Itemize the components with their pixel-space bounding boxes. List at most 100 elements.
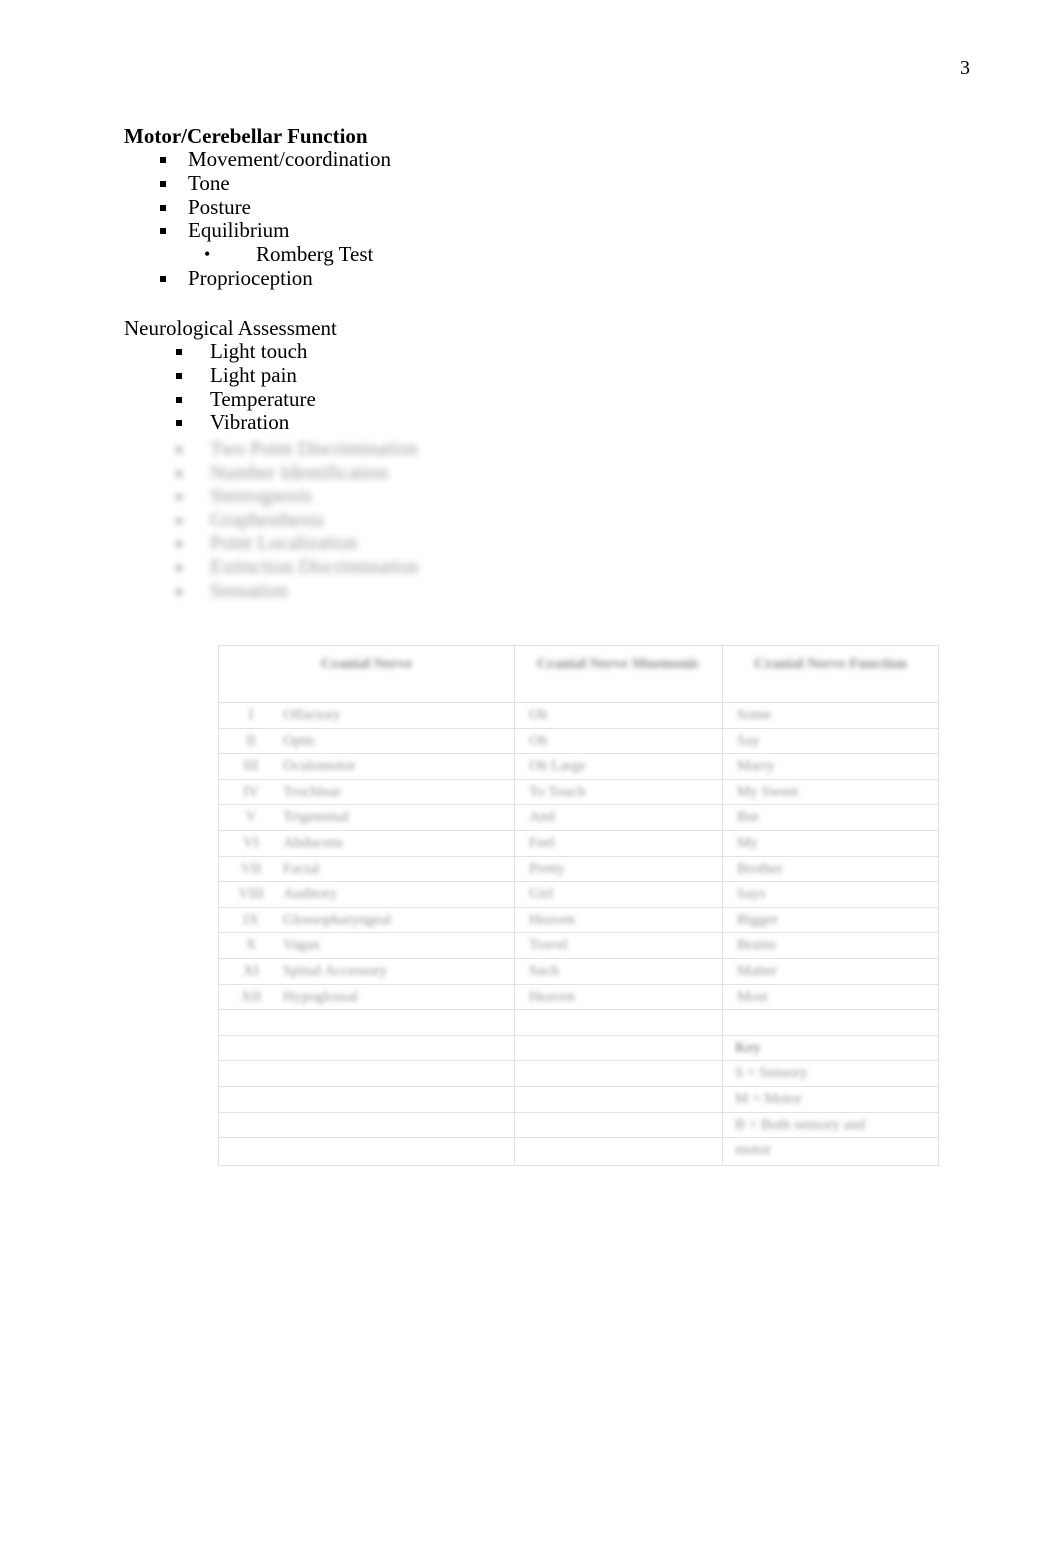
cell-nerve-label: Trigeminal xyxy=(283,809,350,826)
obscured-list-item: Extinction Discrimination xyxy=(124,556,418,580)
table-row: V Trigeminal And But xyxy=(218,804,939,831)
cell-function: Marry xyxy=(722,753,939,780)
cell-empty xyxy=(218,1111,515,1139)
cell-empty xyxy=(514,1111,723,1139)
table-row: II Optic Oh Say xyxy=(218,727,939,755)
cell-mnemonic: Oh xyxy=(514,727,723,755)
obscured-list-item: Number Identification xyxy=(124,462,418,486)
cell-empty xyxy=(218,1060,515,1087)
table-row-empty xyxy=(218,1009,939,1036)
cell-function: Brother xyxy=(722,855,939,883)
cell-function-label: Brother xyxy=(737,860,783,877)
cell-numeral: V xyxy=(245,809,257,826)
cell-nerve: IV Trochlear xyxy=(218,778,515,806)
motor-cerebellar-list: Movement/coordination Tone Posture Equil… xyxy=(124,147,391,291)
cell-mnemonic: Travel xyxy=(514,932,723,959)
cell-function-label: Says xyxy=(737,886,766,903)
table-row-empty: M = Motor xyxy=(218,1085,939,1113)
table-row: I Olfactory Oh Some xyxy=(218,702,939,729)
cell-empty xyxy=(218,1009,515,1036)
cell-function: Matter xyxy=(722,957,939,985)
list-item: Movement/coordination xyxy=(124,147,391,172)
legend-title: Key xyxy=(735,1039,761,1056)
cell-nerve: IX Glossopharyngeal xyxy=(218,906,515,934)
cell-nerve-label: Vagus xyxy=(283,937,320,954)
cell-mnemonic-label: Feel xyxy=(529,834,555,851)
cell-numeral: X xyxy=(245,937,257,954)
cell-mnemonic: Feel xyxy=(514,829,723,857)
table-header: Cranial Nerve Cranial Nerve Mnemonic Cra… xyxy=(218,645,939,703)
obscured-list: Two Point Discrimination Number Identifi… xyxy=(124,438,418,603)
cell-nerve: X Vagus xyxy=(218,932,515,959)
cell-function-label: Marry xyxy=(737,758,775,775)
column-header-nerve-label: Cranial Nerve xyxy=(320,656,413,672)
cell-nerve: XII Hypoglossal xyxy=(218,983,515,1011)
cell-function: Most xyxy=(722,983,939,1011)
cell-function: My Sweet xyxy=(722,778,939,806)
cell-function: Some xyxy=(722,702,939,729)
list-item: Tone xyxy=(124,171,391,196)
column-header-mnemonic: Cranial Nerve Mnemonic xyxy=(514,645,723,703)
cell-nerve: I Olfactory xyxy=(218,702,515,729)
column-header-mnemonic-label: Cranial Nerve Mnemonic xyxy=(536,656,701,672)
cell-empty xyxy=(514,1034,723,1062)
cell-nerve: II Optic xyxy=(218,727,515,755)
obscured-list-item: Two Point Discrimination xyxy=(124,438,418,462)
cell-mnemonic-label: Oh xyxy=(529,707,548,723)
cell-empty xyxy=(218,1085,515,1113)
cell-empty xyxy=(514,1060,723,1087)
cell-nerve: III Oculomotor xyxy=(218,753,515,780)
cell-function-label: Some xyxy=(737,707,772,723)
cell-function-label: My xyxy=(737,834,758,851)
cell-function: Says xyxy=(722,881,939,908)
cell-mnemonic-label: Oh xyxy=(529,732,548,749)
cell-nerve: V Trigeminal xyxy=(218,804,515,831)
cell-nerve-label: Glossopharyngeal xyxy=(283,911,392,928)
list-item: Temperature xyxy=(124,387,337,412)
cell-numeral: VIII xyxy=(238,886,264,903)
list-item: Posture xyxy=(124,195,391,220)
cell-numeral: I xyxy=(248,707,254,723)
cell-nerve-label: Trochlear xyxy=(283,783,341,800)
cell-mnemonic: And xyxy=(514,804,723,831)
section-neurological-assessment: Neurological Assessment Light touch Ligh… xyxy=(124,316,337,435)
cell-mnemonic-label: To Touch xyxy=(529,783,586,800)
obscured-list-item: Stereognosis xyxy=(124,485,418,509)
cell-numeral: VI xyxy=(243,834,259,851)
cell-function: But xyxy=(722,804,939,831)
list-item: Vibration xyxy=(124,411,337,435)
cell-empty xyxy=(722,1009,939,1036)
cell-nerve-label: Hypoglossal xyxy=(283,988,358,1005)
cranial-nerve-table-wrapper: Cranial Nerve Cranial Nerve Mnemonic Cra… xyxy=(218,645,939,1167)
cell-function-label: Matter xyxy=(737,962,777,979)
cell-mnemonic: Oh Large xyxy=(514,753,723,780)
column-header-function-label: Cranial Nerve Function xyxy=(754,656,907,672)
cranial-nerve-table: Cranial Nerve Cranial Nerve Mnemonic Cra… xyxy=(218,645,939,1167)
list-item: Light pain xyxy=(124,363,337,388)
table-row: IV Trochlear To Touch My Sweet xyxy=(218,778,939,806)
cell-empty xyxy=(514,1009,723,1036)
cell-legend-entry: M = Motor xyxy=(722,1085,939,1113)
table-row-empty: B = Both sensory and xyxy=(218,1111,939,1139)
table-row-empty: motor xyxy=(218,1137,939,1167)
column-header-nerve: Cranial Nerve xyxy=(218,645,515,703)
table-row-empty: S = Sensory xyxy=(218,1060,939,1087)
cell-nerve-label: Oculomotor xyxy=(283,758,356,775)
section-motor-cerebellar: Motor/Cerebellar Function Movement/coord… xyxy=(124,124,391,291)
cell-mnemonic: Girl xyxy=(514,881,723,908)
table-row: XI Spinal Accessory Such Matter xyxy=(218,957,939,985)
table-row: VI Abducens Feel My xyxy=(218,829,939,857)
cell-empty xyxy=(514,1137,723,1167)
cell-nerve-label: Facial xyxy=(283,860,320,877)
cell-numeral: VII xyxy=(240,860,262,877)
cell-empty xyxy=(218,1034,515,1062)
cell-function-label: Most xyxy=(737,988,768,1005)
table-row: IX Glossopharyngeal Heaven Bigger xyxy=(218,906,939,934)
cell-numeral: XII xyxy=(240,988,262,1005)
page-number: 3 xyxy=(960,57,970,79)
cell-nerve: VI Abducens xyxy=(218,829,515,857)
cell-function: Brains xyxy=(722,932,939,959)
cell-mnemonic-label: Such xyxy=(529,962,559,979)
table-row: XII Hypoglossal Heaven Most xyxy=(218,983,939,1011)
cell-nerve-label: Optic xyxy=(283,732,317,749)
